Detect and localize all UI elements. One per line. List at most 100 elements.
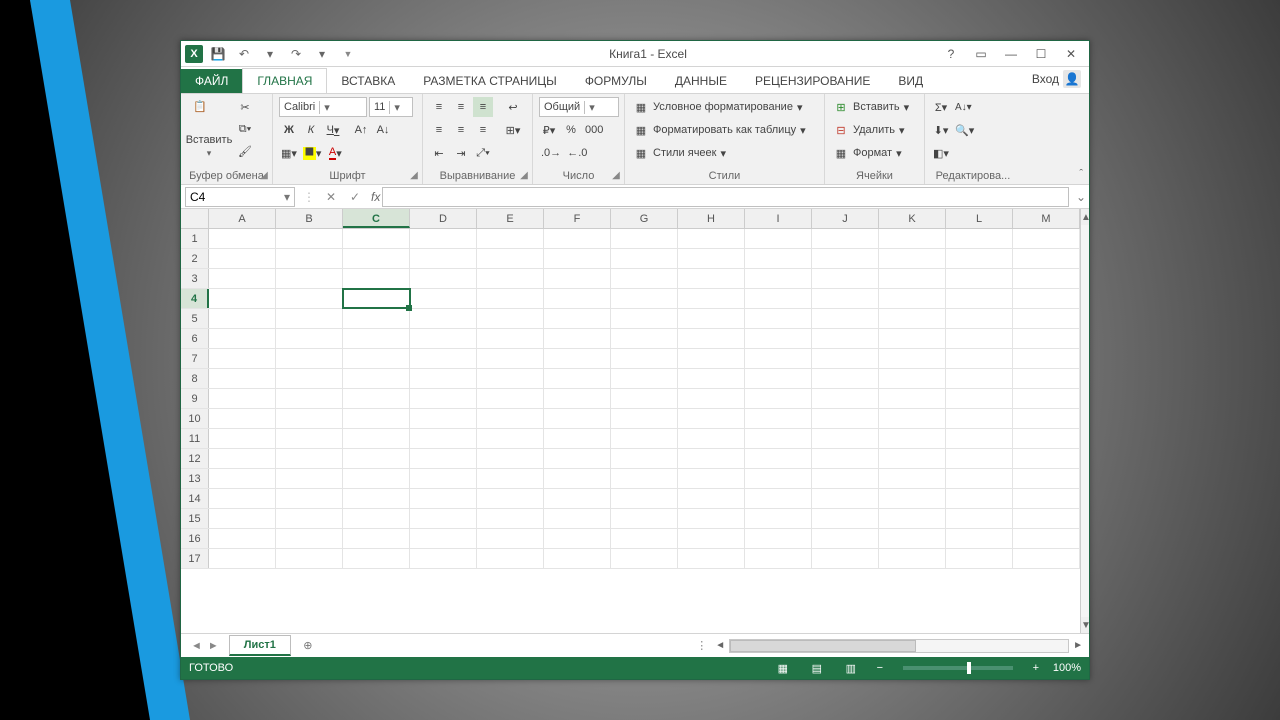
- cell-J13[interactable]: [812, 469, 879, 488]
- cell-M16[interactable]: [1013, 529, 1080, 548]
- cell-M15[interactable]: [1013, 509, 1080, 528]
- minimize-button[interactable]: —: [997, 43, 1025, 65]
- cell-L4[interactable]: [946, 289, 1013, 308]
- bold-button[interactable]: Ж: [279, 120, 299, 140]
- cell-F10[interactable]: [544, 409, 611, 428]
- row-header-15[interactable]: 15: [181, 509, 209, 528]
- cell-F8[interactable]: [544, 369, 611, 388]
- row-header-8[interactable]: 8: [181, 369, 209, 388]
- italic-button[interactable]: К: [301, 120, 321, 140]
- sheet-split-grip[interactable]: ⋮: [690, 639, 713, 652]
- cell-styles-button[interactable]: ▦Стили ячеек ▾: [631, 143, 728, 163]
- formula-bar[interactable]: [382, 187, 1069, 207]
- decrease-indent-button[interactable]: ⇤: [429, 143, 449, 163]
- cell-K9[interactable]: [879, 389, 946, 408]
- cell-G5[interactable]: [611, 309, 678, 328]
- cell-B14[interactable]: [276, 489, 343, 508]
- cell-E12[interactable]: [477, 449, 544, 468]
- cell-M10[interactable]: [1013, 409, 1080, 428]
- fill-color-button[interactable]: ⯀▾: [301, 143, 323, 163]
- cut-button[interactable]: ✂: [235, 97, 255, 117]
- cell-K10[interactable]: [879, 409, 946, 428]
- add-sheet-button[interactable]: ⊕: [297, 635, 319, 657]
- row-header-16[interactable]: 16: [181, 529, 209, 548]
- align-center-button[interactable]: ≡: [451, 120, 471, 140]
- column-header-A[interactable]: A: [209, 209, 276, 228]
- cell-C12[interactable]: [343, 449, 410, 468]
- row-header-4[interactable]: 4: [181, 289, 209, 308]
- cell-C3[interactable]: [343, 269, 410, 288]
- cell-I17[interactable]: [745, 549, 812, 568]
- cell-A7[interactable]: [209, 349, 276, 368]
- cell-A17[interactable]: [209, 549, 276, 568]
- cancel-formula-button[interactable]: ✕: [319, 190, 343, 204]
- cell-A3[interactable]: [209, 269, 276, 288]
- select-all-corner[interactable]: [181, 209, 209, 228]
- view-page-layout-button[interactable]: ▤: [805, 659, 829, 677]
- orientation-button[interactable]: ⤢▾: [473, 143, 493, 163]
- find-select-button[interactable]: 🔍▾: [953, 120, 976, 140]
- cell-G17[interactable]: [611, 549, 678, 568]
- cell-C10[interactable]: [343, 409, 410, 428]
- tab-data[interactable]: ДАННЫЕ: [661, 69, 741, 93]
- cell-J1[interactable]: [812, 229, 879, 248]
- cell-F6[interactable]: [544, 329, 611, 348]
- cell-D2[interactable]: [410, 249, 477, 268]
- font-name-combo[interactable]: Calibri▾: [279, 97, 367, 117]
- cell-I13[interactable]: [745, 469, 812, 488]
- column-header-E[interactable]: E: [477, 209, 544, 228]
- cell-L9[interactable]: [946, 389, 1013, 408]
- hscroll-left-button[interactable]: ◄: [715, 638, 725, 654]
- format-as-table-button[interactable]: ▦Форматировать как таблицу ▾: [631, 120, 808, 140]
- cell-E5[interactable]: [477, 309, 544, 328]
- cell-M7[interactable]: [1013, 349, 1080, 368]
- cell-H4[interactable]: [678, 289, 745, 308]
- cell-E11[interactable]: [477, 429, 544, 448]
- number-format-combo[interactable]: Общий▾: [539, 97, 619, 117]
- cell-I5[interactable]: [745, 309, 812, 328]
- cell-H16[interactable]: [678, 529, 745, 548]
- cell-E2[interactable]: [477, 249, 544, 268]
- cell-A4[interactable]: [209, 289, 276, 308]
- cell-L14[interactable]: [946, 489, 1013, 508]
- cell-H7[interactable]: [678, 349, 745, 368]
- cell-J5[interactable]: [812, 309, 879, 328]
- cell-G1[interactable]: [611, 229, 678, 248]
- cell-E7[interactable]: [477, 349, 544, 368]
- cell-L8[interactable]: [946, 369, 1013, 388]
- cell-C4[interactable]: [343, 289, 410, 308]
- cell-H12[interactable]: [678, 449, 745, 468]
- cell-B3[interactable]: [276, 269, 343, 288]
- column-header-G[interactable]: G: [611, 209, 678, 228]
- autosum-button[interactable]: Σ▾: [931, 97, 951, 117]
- cell-A15[interactable]: [209, 509, 276, 528]
- cell-J10[interactable]: [812, 409, 879, 428]
- column-header-C[interactable]: C: [343, 209, 410, 228]
- cell-J17[interactable]: [812, 549, 879, 568]
- cell-A2[interactable]: [209, 249, 276, 268]
- cell-E16[interactable]: [477, 529, 544, 548]
- cell-I14[interactable]: [745, 489, 812, 508]
- cell-A5[interactable]: [209, 309, 276, 328]
- cell-D6[interactable]: [410, 329, 477, 348]
- cell-C7[interactable]: [343, 349, 410, 368]
- increase-decimal-button[interactable]: .0→: [539, 143, 563, 163]
- cell-C5[interactable]: [343, 309, 410, 328]
- paste-button[interactable]: 📋 Вставить ▾: [187, 97, 231, 161]
- cell-F9[interactable]: [544, 389, 611, 408]
- increase-indent-button[interactable]: ⇥: [451, 143, 471, 163]
- conditional-formatting-button[interactable]: ▦Условное форматирование ▾: [631, 97, 804, 117]
- cell-G10[interactable]: [611, 409, 678, 428]
- cell-C16[interactable]: [343, 529, 410, 548]
- cell-G13[interactable]: [611, 469, 678, 488]
- cell-E3[interactable]: [477, 269, 544, 288]
- increase-font-button[interactable]: A↑: [351, 120, 371, 140]
- cell-I1[interactable]: [745, 229, 812, 248]
- cell-G11[interactable]: [611, 429, 678, 448]
- cell-L7[interactable]: [946, 349, 1013, 368]
- cell-K12[interactable]: [879, 449, 946, 468]
- delete-cells-button[interactable]: ⊟Удалить ▾: [831, 120, 907, 140]
- tab-view[interactable]: ВИД: [884, 69, 937, 93]
- row-header-3[interactable]: 3: [181, 269, 209, 288]
- ribbon-display-button[interactable]: ▭: [967, 43, 995, 65]
